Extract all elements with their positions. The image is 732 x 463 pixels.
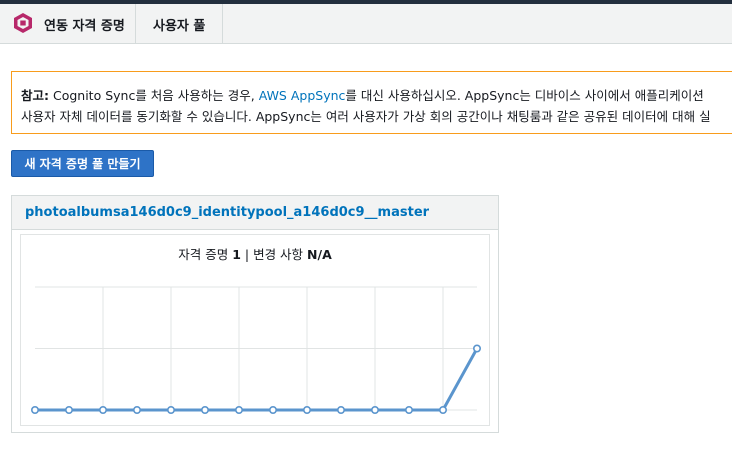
- data-point: [201, 406, 210, 415]
- notice-text-b: 를 대신 사용하십시오. AppSync는 디바이스 사이에서 애플리케이션: [345, 88, 704, 103]
- identity-pool-card: photoalbumsa146d0c9_identitypool_a146d0c…: [11, 195, 499, 433]
- data-point: [99, 406, 108, 415]
- tab-user-pools[interactable]: 사용자 풀: [137, 4, 223, 43]
- notice-line-2: 사용자 자체 데이터를 동기화할 수 있습니다. AppSync는 여러 사용자…: [21, 109, 711, 124]
- data-point: [336, 406, 345, 415]
- data-point: [235, 406, 244, 415]
- data-point: [133, 406, 142, 415]
- data-point: [404, 406, 413, 415]
- notice-text-a: Cognito Sync를 처음 사용하는 경우,: [49, 88, 259, 103]
- notice-line-1: 참고: Cognito Sync를 처음 사용하는 경우, AWS AppSyn…: [21, 85, 704, 104]
- data-point: [269, 406, 278, 415]
- data-point: [302, 406, 311, 415]
- cognito-icon: [14, 13, 32, 33]
- cognito-subnav: 연동 자격 증명 사용자 풀: [0, 4, 732, 44]
- appsync-link[interactable]: AWS AppSync: [259, 88, 346, 103]
- tab-user-pools-label: 사용자 풀: [153, 19, 206, 34]
- data-point: [370, 406, 379, 415]
- create-identity-pool-button[interactable]: 새 자격 증명 풀 만들기: [11, 150, 154, 177]
- data-point: [64, 406, 73, 415]
- identity-pool-chart-panel: 자격 증명 1 | 변경 사항 N/A: [20, 234, 490, 426]
- data-point: [31, 406, 40, 415]
- tab-federated-identities-label: 연동 자격 증명: [44, 19, 125, 34]
- data-point: [167, 406, 176, 415]
- identity-sparkline-chart: [31, 286, 481, 415]
- data-point: [472, 344, 481, 353]
- data-point: [438, 406, 447, 415]
- series-line: [35, 347, 479, 412]
- identity-pool-name-link[interactable]: photoalbumsa146d0c9_identitypool_a146d0c…: [25, 205, 429, 220]
- notice-prefix: 참고:: [21, 88, 49, 103]
- identity-pool-card-header: photoalbumsa146d0c9_identitypool_a146d0c…: [12, 196, 498, 230]
- appsync-notice: 참고: Cognito Sync를 처음 사용하는 경우, AWS AppSyn…: [11, 71, 732, 134]
- tab-federated-identities[interactable]: 연동 자격 증명: [0, 4, 136, 43]
